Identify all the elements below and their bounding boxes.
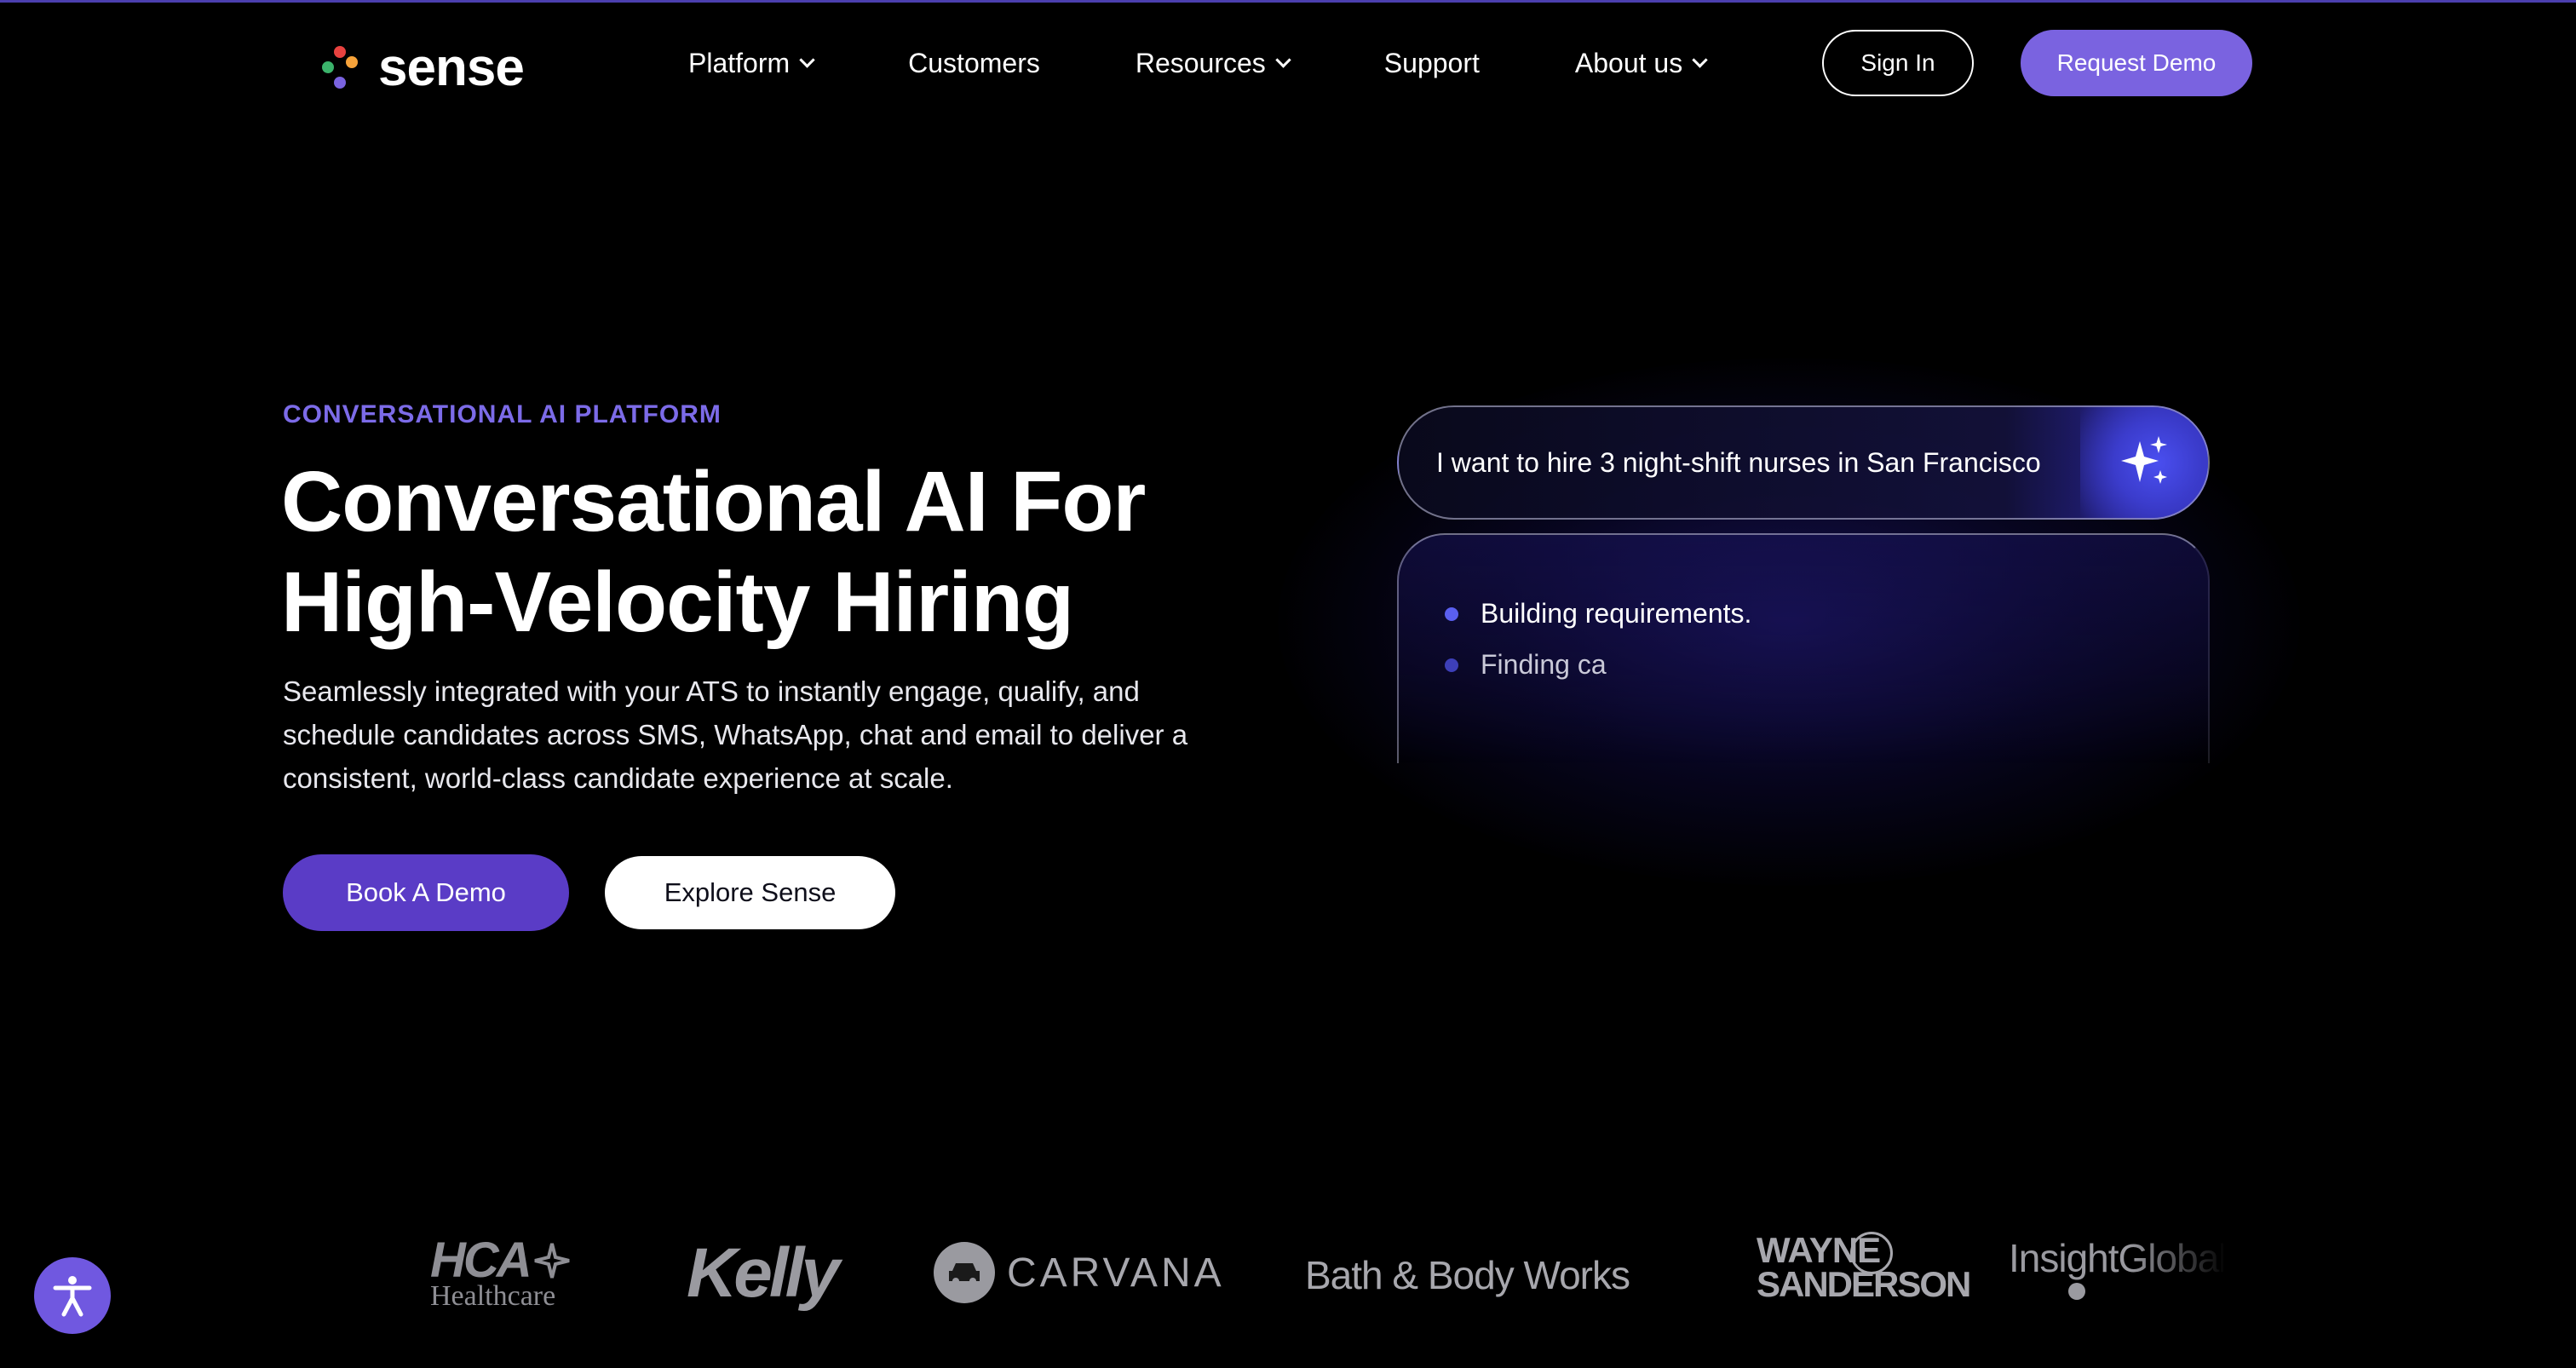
sense-logo[interactable]: sense (322, 37, 525, 99)
carvana-logo: CARVANA (934, 1242, 1225, 1303)
chevron-down-icon (1275, 51, 1291, 68)
top-navigation: sense Platform Customers Resources Suppo… (0, 0, 2576, 126)
nav-item-label: Resources (1135, 47, 1266, 78)
logo-wordmark: sense (378, 38, 525, 97)
ai-prompt-text: I want to hire 3 night-shift nurses in S… (1436, 446, 2041, 478)
chevron-down-icon (799, 51, 815, 68)
explore-sense-button[interactable]: Explore Sense (605, 856, 895, 929)
bullet-dot-icon (1445, 658, 1458, 672)
insight-global-logo: InsightGlobal (2009, 1235, 2223, 1312)
insight-global-text: InsightGlobal (2009, 1236, 2223, 1280)
carvana-car-icon (934, 1242, 995, 1303)
nav-item-label: About us (1574, 47, 1683, 78)
hero-title-line-2: High-Velocity Hiring (281, 555, 1074, 650)
wayne-sanderson-logo: WAYNE SANDERSON (1757, 1232, 1971, 1304)
accessibility-icon[interactable] (34, 1257, 111, 1334)
kelly-logo: Kelly (687, 1234, 840, 1312)
nav-item-label: Platform (688, 47, 791, 78)
hero-title-line-1: Conversational AI For (281, 454, 1146, 549)
hca-healthcare-logo: HCA Healthcare (430, 1233, 584, 1312)
list-item: Finding ca (1445, 649, 1607, 681)
nav-item-label: Support (1383, 47, 1480, 78)
nav-item-platform[interactable]: Platform (688, 47, 815, 79)
hca-star-icon (534, 1243, 570, 1279)
result-text: Building requirements. (1481, 598, 1752, 629)
hero-eyebrow: CONVERSATIONAL AI PLATFORM (283, 400, 722, 428)
wayne-emblem-icon (1850, 1232, 1893, 1274)
request-demo-button[interactable]: Request Demo (2021, 30, 2252, 96)
healthcare-text: Healthcare (430, 1280, 556, 1312)
insight-dot-icon (2068, 1283, 2085, 1300)
nav-item-label: Customers (908, 47, 1040, 78)
list-item: Building requirements. (1445, 598, 1751, 629)
hero-title: Conversational AI For High-Velocity Hiri… (281, 451, 1389, 652)
sanderson-text: SANDERSON (1757, 1264, 1971, 1304)
nav-item-support[interactable]: Support (1384, 48, 1480, 79)
logo-dots-icon (322, 41, 359, 95)
ai-prompt-bar[interactable]: I want to hire 3 night-shift nurses in S… (1397, 405, 2210, 520)
chevron-down-icon (1692, 51, 1708, 68)
hca-text: HCA (430, 1233, 532, 1288)
nav-item-resources[interactable]: Resources (1135, 47, 1291, 79)
nav-item-customers[interactable]: Customers (908, 48, 1040, 79)
result-text: Finding ca (1481, 649, 1607, 680)
nav-links: Platform Customers Resources Support Abo… (688, 43, 1708, 83)
hero-description: Seamlessly integrated with your ATS to i… (283, 675, 1188, 794)
ai-results-panel: Building requirements. Finding ca (1397, 533, 2210, 763)
book-demo-button[interactable]: Book A Demo (283, 854, 569, 931)
nav-item-about-us[interactable]: About us (1574, 47, 1708, 79)
customer-logos: HCA Healthcare Kelly CARVANA Bath & Body… (0, 1218, 2576, 1337)
carvana-text: CARVANA (1007, 1250, 1225, 1296)
sign-in-button[interactable]: Sign In (1822, 30, 1974, 96)
bath-body-works-logo: Bath & Body Works (1305, 1253, 1630, 1297)
sparkle-icon[interactable] (2080, 407, 2208, 518)
bullet-dot-icon (1445, 606, 1458, 621)
